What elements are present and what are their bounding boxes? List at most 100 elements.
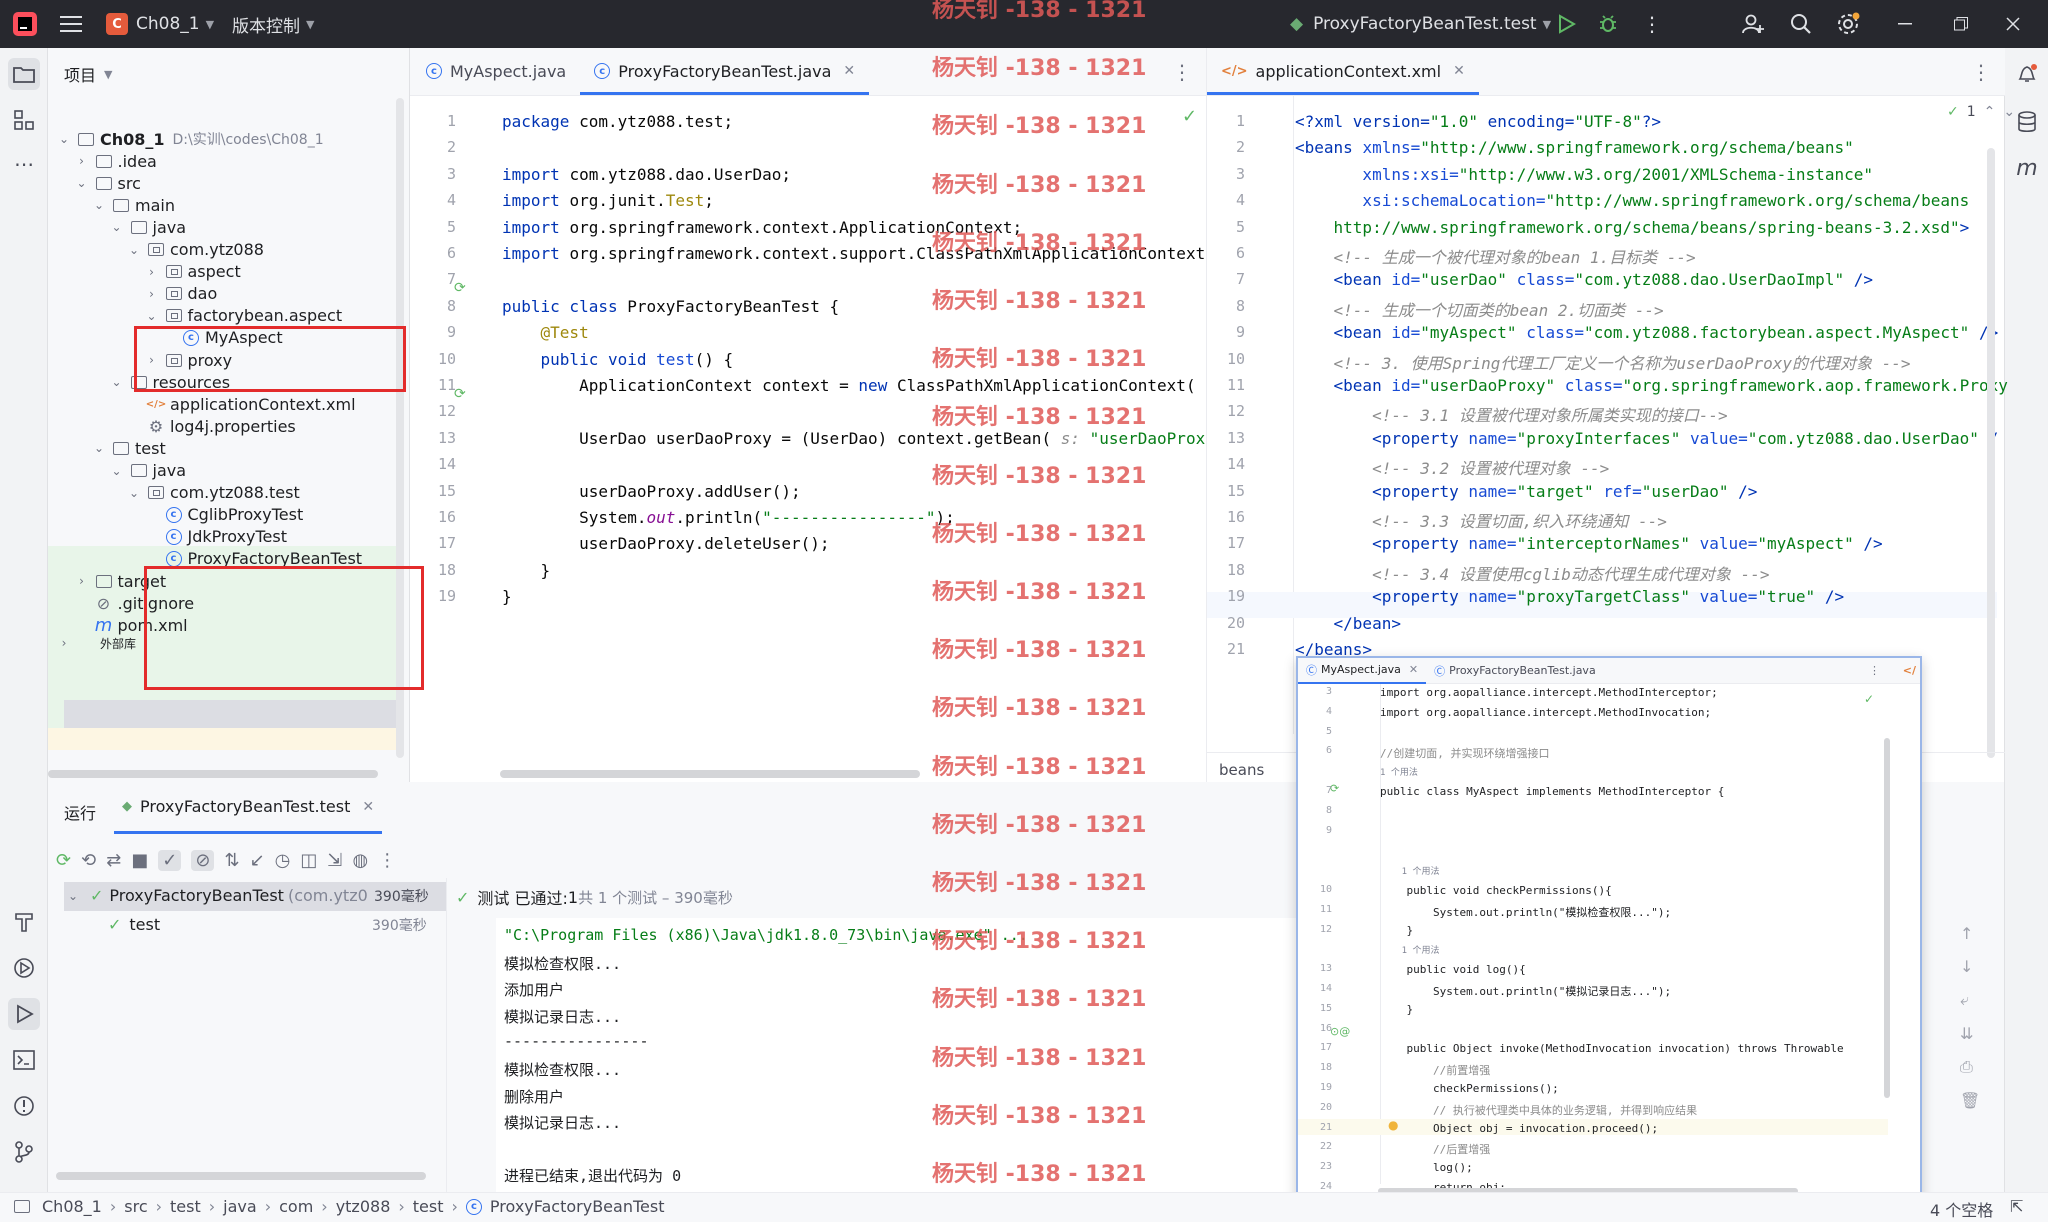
more-options-icon[interactable]: ⋮ <box>378 850 396 871</box>
debug-button[interactable] <box>1598 0 1618 48</box>
status-crumb[interactable]: test <box>413 1197 444 1216</box>
code-line[interactable]: <bean id="userDaoProxy" class="org.sprin… <box>1295 376 2008 395</box>
code-line[interactable]: ApplicationContext context = new ClassPa… <box>502 376 1196 395</box>
main-menu-icon[interactable] <box>60 0 82 48</box>
tree-item[interactable]: › dao <box>48 283 410 305</box>
database-tool-icon[interactable] <box>2011 106 2043 138</box>
project-tool-icon[interactable] <box>8 58 40 90</box>
app-logo-icon[interactable] <box>12 0 38 48</box>
chevron-icon[interactable]: ⌄ <box>109 220 125 234</box>
code-line[interactable]: <!-- 3.4 设置使用cglib动态代理生成代理对象 --> <box>1295 561 1769 585</box>
tree-item[interactable]: c CglibProxyTest <box>48 504 410 526</box>
code-line[interactable]: userDaoProxy.deleteUser(); <box>502 534 829 553</box>
tree-item[interactable]: › .idea <box>48 150 410 172</box>
code-line[interactable]: System.out.println("----------------"); <box>502 508 955 527</box>
soft-wrap-icon[interactable]: ⤶ <box>1960 990 1980 1010</box>
code-line[interactable]: <!-- 3.2 设置被代理对象 --> <box>1295 455 1609 479</box>
code-line[interactable]: <bean id="userDao" class="com.ytz088.dao… <box>1295 270 1873 289</box>
arrow-down-icon[interactable]: ↓ <box>1960 957 1980 976</box>
test-case-row[interactable]: ✓ test 390毫秒 <box>68 915 448 934</box>
chevron-icon[interactable]: ⌄ <box>144 309 160 323</box>
more-tools-icon[interactable]: ⋯ <box>8 148 40 180</box>
code-line[interactable]: @Test <box>502 323 589 342</box>
chevron-icon[interactable]: › <box>74 154 90 168</box>
trash-icon[interactable]: 🗑 <box>1960 1091 1980 1110</box>
float-tab-myaspect[interactable]: Ⓒ MyAspect.java ✕ <box>1298 658 1427 684</box>
editor-left-hscrollbar[interactable] <box>500 770 920 778</box>
chevron-icon[interactable]: ⌄ <box>91 198 107 212</box>
lock-icon[interactable]: ⇱ <box>2010 1197 2023 1216</box>
tree-item[interactable]: ⌄ src <box>48 172 410 194</box>
sort-duration-icon[interactable]: ↙ <box>250 850 265 871</box>
terminal-tool-icon[interactable] <box>8 1044 40 1076</box>
tab-options-icon[interactable]: ⋮ <box>1172 60 1192 84</box>
status-crumb[interactable]: ytz088 <box>336 1197 391 1216</box>
tree-item[interactable]: › aspect <box>48 261 410 283</box>
inspection-widget[interactable]: ✓ 1 ⌃ ⌄ <box>1947 104 2015 120</box>
history-icon[interactable]: ◷ <box>275 850 291 871</box>
test-suite-row[interactable]: ⌄ ✓ ProxyFactoryBeanTest (com.ytz0 390毫秒 <box>68 885 448 906</box>
run-button[interactable] <box>1556 0 1576 48</box>
toggle-autotest-icon[interactable]: ⇄ <box>106 850 121 871</box>
code-line[interactable]: <!-- 3.3 设置切面,织入环绕通知 --> <box>1295 508 1667 532</box>
sort-alpha-icon[interactable]: ⇅ <box>224 850 239 871</box>
close-tab-icon[interactable]: ✕ <box>843 63 855 79</box>
tab-options-icon[interactable]: ⋮ <box>1971 60 1991 84</box>
code-line[interactable]: <!-- 生成一个切面类的bean 2.切面类 --> <box>1295 297 1664 321</box>
code-line[interactable]: <property name="proxyTargetClass" value=… <box>1295 587 1844 606</box>
code-line[interactable]: public void test() { <box>502 350 734 369</box>
code-line[interactable]: } <box>502 587 512 606</box>
status-crumb[interactable]: test <box>170 1197 201 1216</box>
editor-right-scrollbar[interactable] <box>1987 148 1995 758</box>
chevron-down-icon[interactable]: ⌄ <box>2003 104 2015 120</box>
code-line[interactable]: <!-- 3. 使用Spring代理工厂定义一个名称为userDaoProxy的… <box>1295 350 1911 374</box>
chevron-icon[interactable]: › <box>74 574 90 588</box>
code-line[interactable]: <?xml version="1.0" encoding="UTF-8"?> <box>1295 112 1661 131</box>
code-line[interactable]: userDaoProxy.addUser(); <box>502 482 801 501</box>
indent-indicator[interactable]: 4 个空格 <box>1930 1197 1993 1221</box>
close-window-button[interactable] <box>2006 0 2020 48</box>
run-tab[interactable]: ◆ ProxyFactoryBeanTest.test ✕ <box>114 782 383 834</box>
rerun-failed-icon[interactable]: ⟲ <box>81 850 96 871</box>
code-line[interactable]: package com.ytz088.test; <box>502 112 733 131</box>
test-tree-hscrollbar[interactable] <box>56 1172 426 1180</box>
rerun-icon[interactable]: ⟳ <box>56 850 71 871</box>
import-tests-icon[interactable]: ⇲ <box>327 850 342 871</box>
code-line[interactable]: <!-- 生成一个被代理对象的bean 1.目标类 --> <box>1295 244 1696 268</box>
maven-tool-icon[interactable]: m <box>2011 152 2043 184</box>
tree-item[interactable]: ⌄ java <box>48 216 410 238</box>
code-line[interactable]: <property name="target" ref="userDao" /> <box>1295 482 1757 501</box>
code-line[interactable]: import com.ytz088.dao.UserDao; <box>502 165 791 184</box>
code-line[interactable]: UserDao userDaoProxy = (UserDao) context… <box>502 429 1224 448</box>
console-output[interactable]: "C:\Program Files (x86)\Java\jdk1.8.0_73… <box>496 918 1296 1192</box>
code-line[interactable]: xsi:schemaLocation="http://www.springfra… <box>1295 191 1969 210</box>
show-ignored-icon[interactable]: ⊘ <box>191 849 215 871</box>
arrow-up-icon[interactable]: ↑ <box>1960 924 1980 943</box>
more-actions-icon[interactable]: ⋮ <box>1642 0 1662 48</box>
chevron-icon[interactable]: ⌄ <box>109 464 125 478</box>
code-line[interactable]: import org.junit.Test; <box>502 191 714 210</box>
services-tool-icon[interactable] <box>8 952 40 984</box>
code-line[interactable]: xmlns:xsi="http://www.w3.org/2001/XMLSch… <box>1295 165 1873 184</box>
close-tab-icon[interactable]: ✕ <box>362 799 374 815</box>
chevron-icon[interactable]: ⌄ <box>126 486 142 500</box>
stop-icon[interactable]: ■ <box>131 850 148 871</box>
tab-options-icon[interactable]: ⋮ <box>1869 664 1880 677</box>
tab-myaspect[interactable]: c MyAspect.java <box>410 47 580 95</box>
tree-item[interactable]: </> applicationContext.xml <box>48 393 410 415</box>
structure-tool-icon[interactable] <box>8 104 40 136</box>
tab-proxyfactorybeantest[interactable]: c ProxyFactoryBeanTest.java ✕ <box>580 47 870 95</box>
tree-item[interactable]: ⌄ factorybean.aspect <box>48 305 410 327</box>
project-switcher[interactable]: C Ch08_1 ▼ <box>106 0 214 48</box>
run-tool-icon[interactable] <box>8 998 40 1030</box>
project-view-selector[interactable]: 项目 ▼ <box>64 62 112 86</box>
status-crumb[interactable]: src <box>124 1197 147 1216</box>
breadcrumb-item[interactable]: beans <box>1219 761 1264 779</box>
tab-applicationcontext[interactable]: </> applicationContext.xml ✕ <box>1207 47 1479 95</box>
code-line[interactable]: <property name="proxyInterfaces" value="… <box>1295 429 1998 448</box>
chevron-icon[interactable]: ⌄ <box>126 243 142 257</box>
show-passed-icon[interactable]: ✓ <box>158 849 182 871</box>
status-crumb[interactable]: com <box>279 1197 313 1216</box>
notifications-bell-icon[interactable] <box>2011 58 2043 90</box>
code-line[interactable]: </bean> <box>1295 614 1401 633</box>
